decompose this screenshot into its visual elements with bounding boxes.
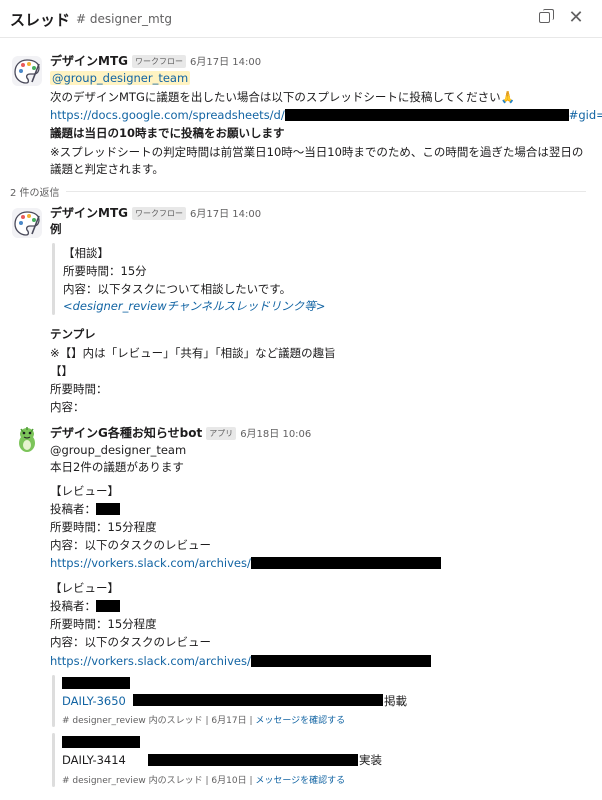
attachment-meta: # designer_review 内のスレッド | 6月10日 | メッセージ… — [62, 776, 346, 786]
close-icon[interactable]: ✕ — [566, 8, 586, 28]
archive-link[interactable]: https://vorkers.slack.com/archives/ — [50, 556, 251, 570]
message-header: デザインMTG ワークフロー 6月17日 14:00 — [50, 204, 261, 221]
palette-avatar[interactable] — [12, 56, 42, 86]
group-mention[interactable]: @group_designer_team — [50, 71, 191, 85]
template-bracket: 【】 — [50, 364, 73, 378]
note-text-2: 議題と判定されます。 — [50, 162, 164, 176]
source-channel[interactable]: # designer_review 内のスレッド — [62, 716, 203, 726]
attachment-date: 6月10日 — [211, 776, 247, 786]
attachment-date: 6月17日 — [211, 716, 247, 726]
template-content: 内容： — [50, 400, 85, 414]
quote-content: 内容：以下タスクについて相談したいです。 — [63, 282, 292, 296]
intro-text: 本日2件の議題があります — [50, 460, 184, 474]
template-time: 所要時間： — [50, 382, 108, 396]
view-message-link[interactable]: メッセージを確認する — [255, 716, 345, 726]
item-time: 所要時間：15分程度 — [50, 520, 157, 534]
quote-title: 【相談】 — [63, 246, 109, 260]
redacted-block — [250, 557, 441, 569]
example-label: 例 — [50, 222, 62, 236]
view-message-link[interactable]: メッセージを確認する — [255, 776, 345, 786]
poster-label: 投稿者： — [50, 599, 96, 613]
workflow-badge: ワークフロー — [131, 55, 186, 68]
item-link-line: https://vorkers.slack.com/archives/ — [50, 555, 441, 571]
ticket-text[interactable]: DAILY-3414 — [62, 753, 126, 767]
poster-label: 投稿者： — [50, 502, 96, 516]
item-title: 【レビュー】 — [50, 581, 119, 595]
mention-line: @group_designer_team — [50, 70, 191, 86]
palette-avatar[interactable] — [12, 208, 42, 238]
copy-icon[interactable] — [536, 8, 556, 28]
redacted-block — [284, 109, 569, 121]
message-time[interactable]: 6月17日 14:00 — [190, 57, 261, 68]
reply-count: 2 件の返信 — [10, 188, 60, 199]
attachment-bar — [52, 733, 55, 787]
spreadsheet-link-line: https://docs.google.com/spreadsheets/d/ #… — [50, 107, 602, 123]
source-channel[interactable]: # designer_review 内のスレッド — [62, 776, 203, 786]
deadline-text: 議題は当日の10時までに投稿をお願いします — [50, 126, 285, 140]
thread-title: スレッド — [10, 11, 71, 29]
template-note: ※【】内は「レビュー」「共有」「相談」など議題の趣旨 — [50, 346, 336, 360]
sender-name[interactable]: デザインMTG — [50, 54, 128, 68]
redacted-block — [148, 754, 358, 766]
ticket-link[interactable]: DAILY-3650 — [62, 694, 126, 708]
note-text-1: ※スプレッドシートの判定時間は前営業日10時〜当日10時までのため、この時間を過… — [50, 145, 584, 159]
item-poster: 投稿者： — [50, 598, 120, 614]
spreadsheet-link[interactable]: https://docs.google.com/spreadsheets/d/ — [50, 108, 285, 122]
quote-bar — [52, 243, 55, 315]
sender-name[interactable]: デザインMTG — [50, 206, 128, 220]
workflow-badge: ワークフロー — [131, 207, 186, 220]
reply-divider — [66, 191, 586, 192]
item-content: 内容：以下のタスクのレビュー — [50, 538, 211, 552]
redacted-block — [250, 655, 431, 667]
redacted-block — [62, 677, 130, 689]
channel-name[interactable]: # designer_mtg — [76, 12, 172, 26]
quote-time: 所要時間：15分 — [63, 264, 147, 278]
item-time: 所要時間：15分程度 — [50, 617, 157, 631]
message-time[interactable]: 6月18日 10:06 — [240, 429, 311, 440]
item-link-line: https://vorkers.slack.com/archives/ — [50, 653, 431, 669]
sender-name[interactable]: デザインG各種お知らせbot — [50, 426, 202, 440]
attachment-suffix: 実装 — [359, 753, 382, 767]
template-label: テンプレ — [50, 327, 96, 341]
thread-header: スレッド # designer_mtg ✕ — [0, 0, 602, 38]
spreadsheet-link-suffix[interactable]: #gid=0 — [569, 108, 602, 122]
redacted-block — [96, 503, 120, 515]
message-header: デザインG各種お知らせbot アプリ 6月18日 10:06 — [50, 424, 311, 441]
mention-text[interactable]: @group_designer_team — [50, 442, 186, 458]
attachment-bar — [52, 675, 55, 727]
app-badge: アプリ — [206, 427, 237, 440]
attachment-title-line: DAILY-3414 — [62, 752, 126, 768]
message-header: デザインMTG ワークフロー 6月17日 14:00 — [50, 52, 261, 69]
attachment-title-line: DAILY-3650 — [62, 693, 126, 709]
item-poster: 投稿者： — [50, 501, 120, 517]
redacted-block — [96, 600, 120, 612]
message-text: 次のデザインMTGに議題を出したい場合は以下のスプレッドシートに投稿してください… — [50, 90, 515, 104]
attachment-meta: # designer_review 内のスレッド | 6月17日 | メッセージ… — [62, 716, 346, 726]
item-content: 内容：以下のタスクのレビュー — [50, 635, 211, 649]
quote-link[interactable]: <designer_reviewチャンネルスレッドリンク等> — [63, 298, 325, 314]
redacted-block — [133, 694, 383, 706]
item-title: 【レビュー】 — [50, 484, 119, 498]
attachment-suffix: 掲載 — [384, 694, 407, 708]
message-time[interactable]: 6月17日 14:00 — [190, 209, 261, 220]
archive-link[interactable]: https://vorkers.slack.com/archives/ — [50, 654, 251, 668]
redacted-block — [62, 736, 140, 748]
dinosaur-avatar[interactable] — [12, 424, 42, 454]
